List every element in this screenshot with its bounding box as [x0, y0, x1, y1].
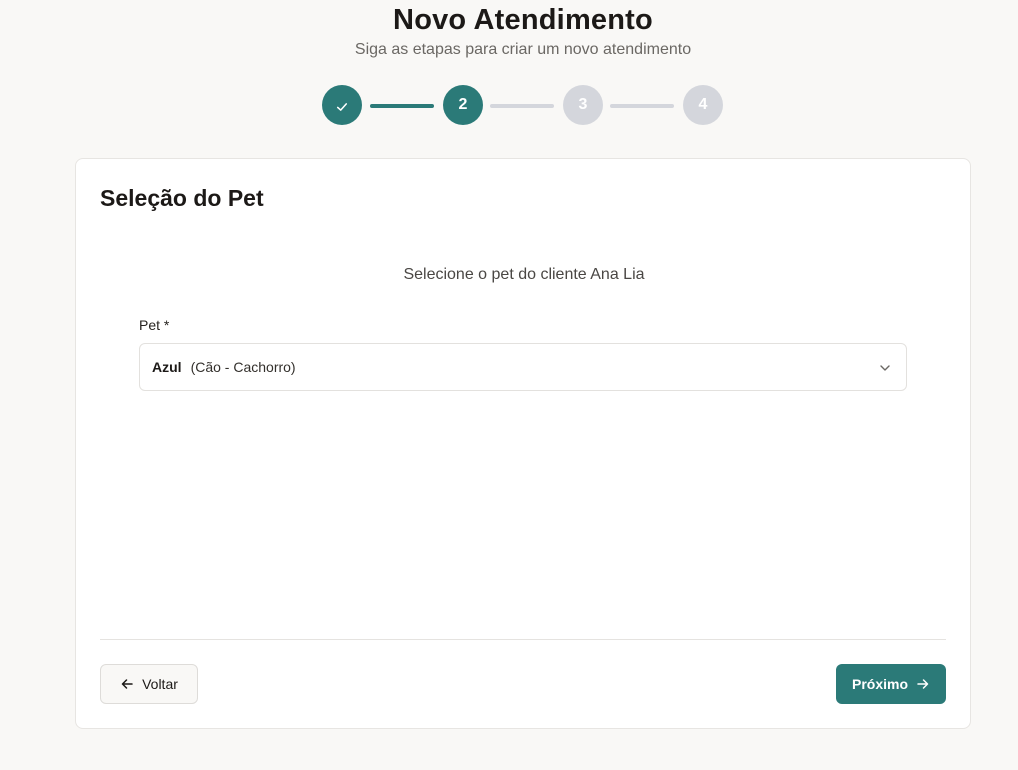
footer-divider — [100, 639, 946, 640]
new-appointment-page: Novo Atendimento Siga as etapas para cri… — [0, 0, 1018, 770]
stepper: 2 3 4 — [322, 85, 724, 127]
pet-selection-card: Seleção do Pet Selecione o pet do client… — [75, 158, 971, 729]
page-title: Novo Atendimento — [393, 4, 653, 36]
back-button[interactable]: Voltar — [100, 664, 198, 704]
pet-selection-prompt: Selecione o pet do cliente Ana Lia — [403, 266, 645, 283]
selected-pet-description: (Cão - Cachorro) — [190, 359, 296, 375]
pet-select[interactable]: Azul (Cão - Cachorro) — [139, 343, 907, 391]
page-subtitle: Siga as etapas para criar um novo atendi… — [354, 41, 692, 58]
next-button-label: Próximo — [851, 676, 908, 692]
step-1-completed — [322, 85, 362, 125]
selected-pet-name: Azul — [152, 359, 182, 375]
arrow-right-icon — [916, 677, 930, 691]
back-button-label: Voltar — [142, 676, 178, 692]
step-2-active: 2 — [443, 85, 483, 125]
arrow-left-icon — [120, 677, 134, 691]
check-icon — [335, 98, 349, 112]
step-connector-2 — [490, 104, 554, 108]
step-connector-3 — [610, 104, 674, 108]
step-4-pending: 4 — [683, 85, 723, 125]
chevron-down-icon — [878, 361, 892, 375]
step-3-pending: 3 — [563, 85, 603, 125]
step-connector-1 — [370, 104, 434, 108]
next-button[interactable]: Próximo — [836, 664, 946, 704]
card-title: Seleção do Pet — [100, 185, 264, 211]
pet-field-label: Pet * — [139, 317, 170, 333]
